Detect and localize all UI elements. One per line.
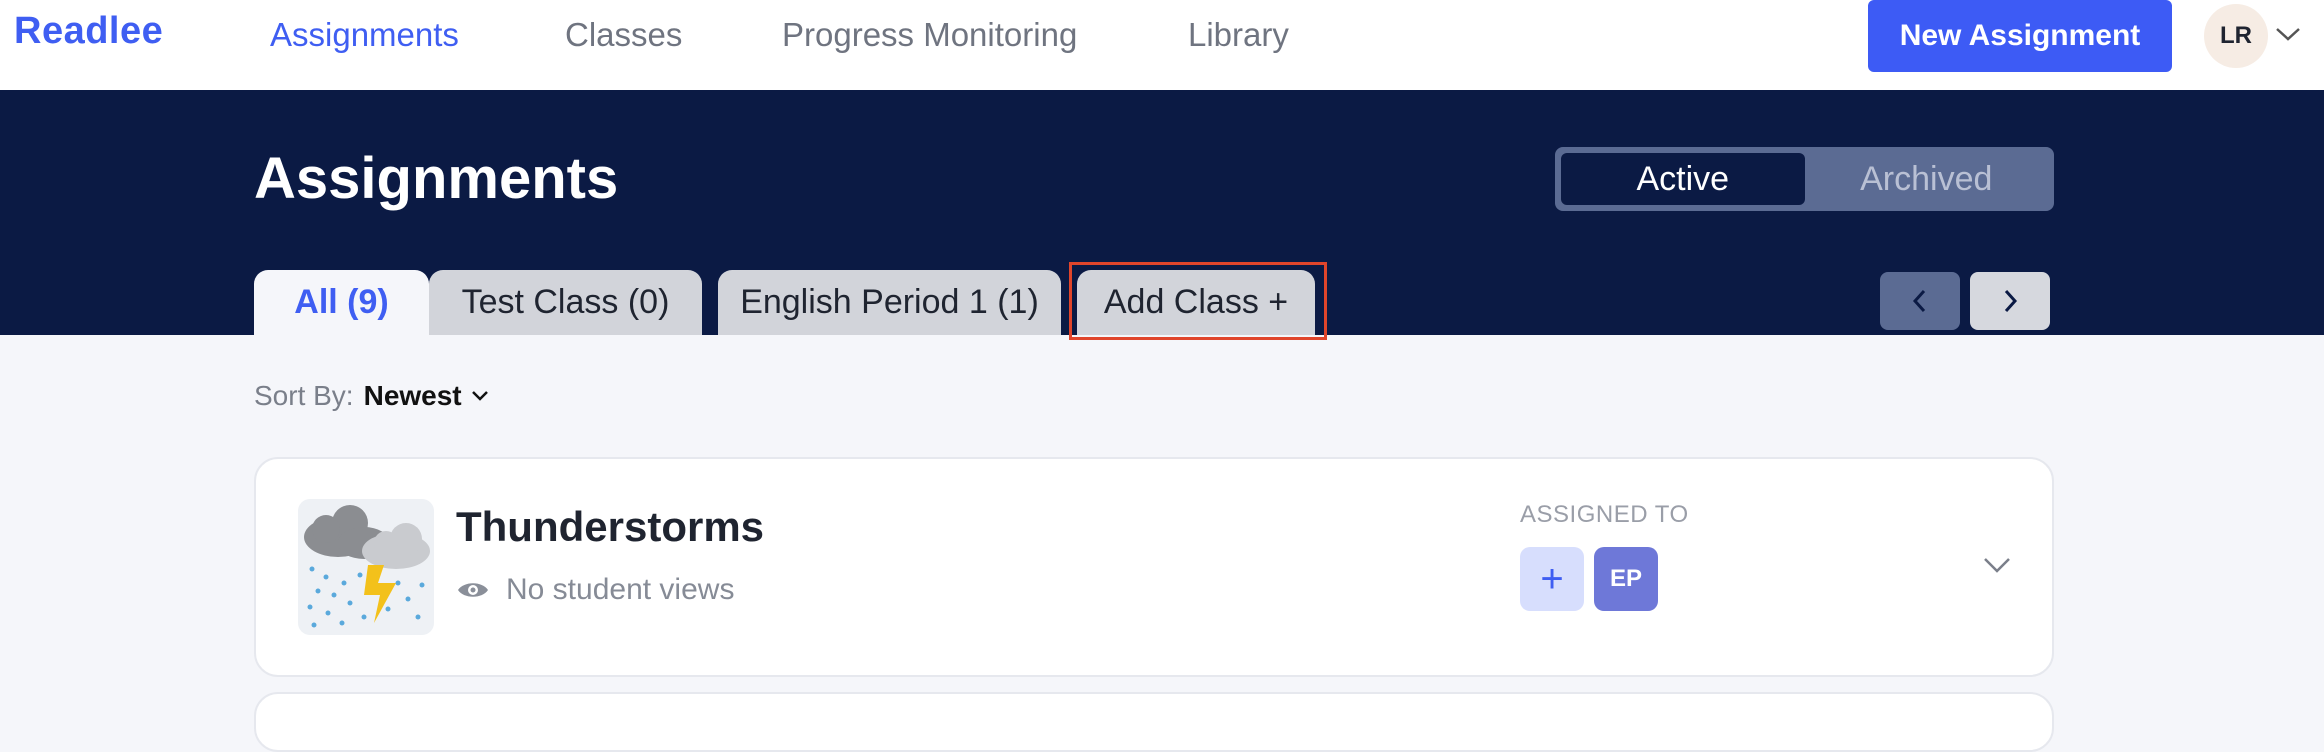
eye-icon <box>458 583 488 597</box>
page-header: Assignments Active Archived All (9) Test… <box>0 90 2324 340</box>
toggle-active[interactable]: Active <box>1561 153 1805 205</box>
top-navbar: Readlee Assignments Classes Progress Mon… <box>0 0 2324 90</box>
chevron-down-icon[interactable] <box>2274 24 2302 44</box>
nav-assignments[interactable]: Assignments <box>270 16 459 54</box>
assignment-card[interactable]: Thunderstorms No student views ASSIGNED … <box>254 457 2054 677</box>
class-badge-ep[interactable]: EP <box>1594 547 1658 611</box>
tabs-next-button[interactable] <box>1970 272 2050 330</box>
chevron-down-icon[interactable] <box>1982 555 2012 575</box>
add-class-button[interactable]: + <box>1520 547 1584 611</box>
sort-control: Sort By: Newest <box>254 380 490 412</box>
new-assignment-button[interactable]: New Assignment <box>1868 0 2172 72</box>
sort-value: Newest <box>363 380 462 411</box>
readlee-logo[interactable]: Readlee <box>14 10 163 53</box>
nav-classes[interactable]: Classes <box>565 16 682 54</box>
nav-library[interactable]: Library <box>1188 16 1289 54</box>
active-archived-toggle: Active Archived <box>1555 147 2054 211</box>
sort-label: Sort By: <box>254 380 354 411</box>
assignment-card[interactable] <box>254 692 2054 752</box>
sort-dropdown[interactable]: Newest <box>364 380 490 412</box>
chevron-down-icon <box>471 391 488 401</box>
chevron-right-icon <box>2004 289 2018 313</box>
tabs-prev-button[interactable] <box>1880 272 1960 330</box>
views-text: No student views <box>506 573 735 606</box>
assignment-title[interactable]: Thunderstorms <box>456 503 764 551</box>
page-title: Assignments <box>254 146 619 211</box>
tab-all[interactable]: All (9) <box>254 270 429 335</box>
avatar[interactable]: LR <box>2204 4 2268 68</box>
views-info: No student views <box>456 573 734 607</box>
thunderstorm-thumbnail <box>298 499 434 635</box>
assigned-to-label: ASSIGNED TO <box>1520 501 1689 528</box>
chevron-left-icon <box>1912 289 1926 313</box>
tab-add-class[interactable]: Add Class + <box>1077 270 1315 335</box>
tab-english-period-1[interactable]: English Period 1 (1) <box>718 270 1061 335</box>
tab-test-class[interactable]: Test Class (0) <box>429 270 702 335</box>
nav-progress-monitoring[interactable]: Progress Monitoring <box>782 16 1077 54</box>
toggle-archived[interactable]: Archived <box>1805 153 2049 205</box>
